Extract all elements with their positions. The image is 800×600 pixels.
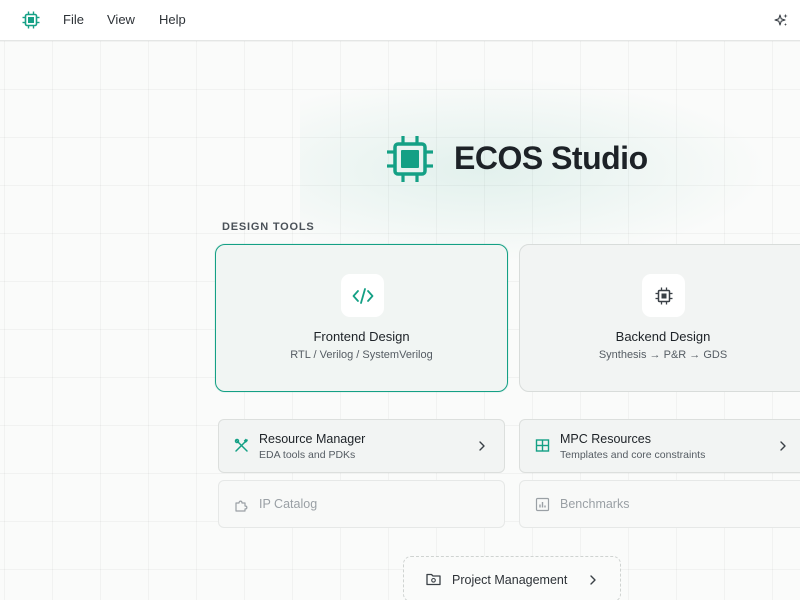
mpc-resources-button[interactable]: MPC Resources Templates and core constra… (519, 419, 800, 473)
row-subtitle: Templates and core constraints (560, 449, 706, 461)
sparkle-icon[interactable] (774, 13, 789, 28)
grid-icon (535, 439, 550, 452)
section-label: DESIGN TOOLS (222, 221, 315, 233)
card-icon-box (642, 274, 685, 317)
frontend-design-card[interactable]: Frontend Design RTL / Verilog / SystemVe… (215, 244, 508, 392)
card-icon-box (341, 274, 384, 317)
card-title: Backend Design (615, 329, 711, 344)
project-management-button[interactable]: Project Management (403, 556, 621, 600)
row-title: MPC Resources (560, 432, 651, 446)
puzzle-icon (235, 500, 248, 512)
chip-icon (655, 287, 672, 304)
card-subtitle: Synthesis → P&R → GDS (598, 349, 728, 361)
menu-help[interactable]: Help (159, 12, 186, 27)
menu-bar: File View Help (0, 0, 800, 41)
card-subtitle: RTL / Verilog / SystemVerilog (290, 349, 433, 361)
row-title: Benchmarks (560, 497, 630, 511)
chip-logo-icon[interactable] (22, 11, 40, 29)
benchmarks-button[interactable]: Benchmarks (519, 480, 800, 528)
row-title: IP Catalog (259, 497, 318, 511)
project-management-label: Project Management (452, 573, 568, 587)
tools-icon (234, 438, 248, 452)
chip-hero-icon (387, 136, 433, 182)
ip-catalog-button[interactable]: IP Catalog (218, 480, 505, 528)
chart-icon (535, 497, 550, 512)
resource-manager-button[interactable]: Resource Manager EDA tools and PDKs (218, 419, 505, 473)
card-title: Frontend Design (313, 329, 410, 344)
row-subtitle: EDA tools and PDKs (259, 449, 356, 461)
folder-icon (426, 573, 441, 586)
code-icon (352, 287, 373, 304)
row-title: Resource Manager (259, 432, 366, 446)
backend-design-card[interactable]: Backend Design Synthesis → P&R → GDS (519, 244, 800, 392)
app-title: ECOS Studio (454, 140, 648, 176)
chevron-right-icon (590, 575, 596, 585)
chevron-right-icon (780, 441, 786, 451)
menu-view[interactable]: View (107, 12, 135, 27)
menu-file[interactable]: File (63, 12, 84, 27)
chevron-right-icon (479, 441, 485, 451)
